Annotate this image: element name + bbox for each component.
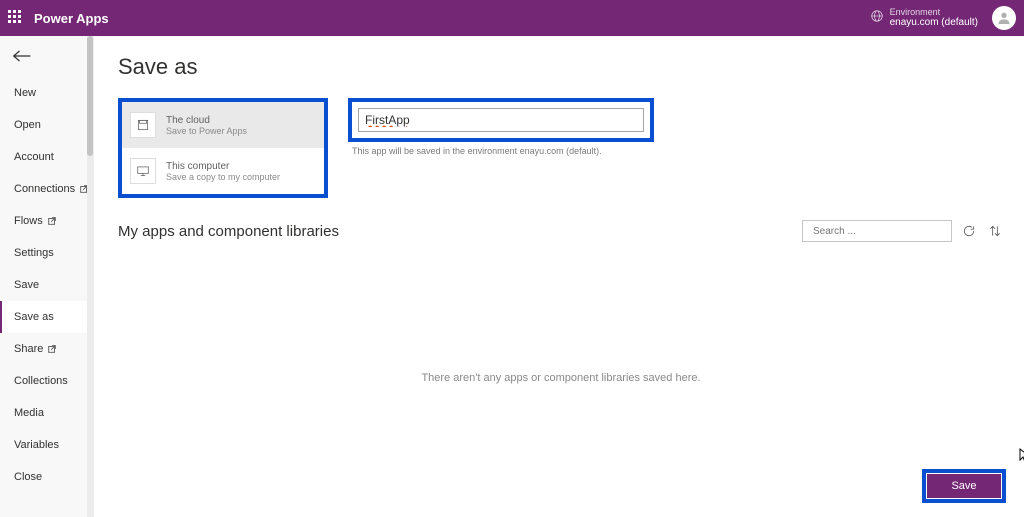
sort-button[interactable]	[986, 222, 1004, 240]
user-avatar[interactable]	[992, 6, 1016, 30]
top-bar: Power Apps Environment enayu.com (defaul…	[0, 0, 1024, 36]
libraries-tools	[802, 220, 1004, 242]
search-input[interactable]	[813, 226, 945, 237]
sidebar-item-share[interactable]: Share	[0, 333, 93, 365]
sidebar-item-label: Flows	[14, 215, 43, 227]
body: New Open Account Connections Flows Settings Sa…	[0, 36, 1024, 517]
cloud-save-icon	[130, 112, 156, 138]
sidebar-item-label: Media	[14, 407, 44, 419]
app-name-highlight	[348, 98, 654, 142]
computer-save-icon	[130, 158, 156, 184]
sidebar-item-label: Connections	[14, 183, 75, 195]
environment-switcher[interactable]: Environment enayu.com (default)	[870, 8, 978, 29]
sidebar-item-variables[interactable]: Variables	[0, 429, 93, 461]
save-button-highlight: Save	[922, 469, 1006, 503]
search-box[interactable]	[802, 220, 952, 242]
app-name-area: This app will be saved in the environmen…	[348, 98, 654, 156]
libraries-title: My apps and component libraries	[118, 223, 339, 240]
app-launcher-icon[interactable]	[8, 10, 24, 26]
sidebar-item-label: Close	[14, 471, 42, 483]
sidebar-item-label: Settings	[14, 247, 54, 259]
save-location-list: The cloudSave to Power Apps This computer…	[118, 98, 328, 198]
back-button[interactable]	[0, 44, 93, 77]
save-location-this-computer[interactable]: This computerSave a copy to my computer	[122, 148, 324, 194]
save-location-title: The cloud	[166, 115, 247, 126]
sidebar-item-label: Open	[14, 119, 41, 131]
sidebar-item-flows[interactable]: Flows	[0, 205, 93, 237]
save-button[interactable]: Save	[927, 474, 1001, 498]
sidebar-item-close[interactable]: Close	[0, 461, 93, 493]
sidebar-item-collections[interactable]: Collections	[0, 365, 93, 397]
page-title: Save as	[118, 54, 1004, 80]
top-bar-left: Power Apps	[8, 10, 109, 26]
sidebar-scrollbar[interactable]	[87, 36, 93, 517]
sidebar-item-connections[interactable]: Connections	[0, 173, 93, 205]
sidebar-item-save-as[interactable]: Save as	[0, 301, 93, 333]
app-title: Power Apps	[34, 11, 109, 26]
sidebar-item-account[interactable]: Account	[0, 141, 93, 173]
environment-value: enayu.com (default)	[890, 17, 978, 28]
sidebar-item-media[interactable]: Media	[0, 397, 93, 429]
save-location-subtitle: Save a copy to my computer	[166, 172, 280, 182]
save-environment-note: This app will be saved in the environmen…	[352, 146, 654, 156]
save-location-title: This computer	[166, 161, 280, 172]
sidebar-item-label: Account	[14, 151, 54, 163]
external-link-icon	[47, 216, 57, 226]
environment-icon	[870, 9, 884, 26]
sidebar-item-label: Variables	[14, 439, 59, 451]
libraries-empty-message: There aren't any apps or component libra…	[118, 372, 1004, 384]
top-bar-right: Environment enayu.com (default)	[870, 6, 1016, 30]
sidebar-scroll-thumb[interactable]	[87, 36, 93, 156]
environment-text: Environment enayu.com (default)	[890, 8, 978, 29]
sidebar-item-new[interactable]: New	[0, 77, 93, 109]
sidebar-item-label: Save as	[14, 311, 54, 323]
refresh-button[interactable]	[960, 222, 978, 240]
save-location-the-cloud[interactable]: The cloudSave to Power Apps	[122, 102, 324, 148]
app-name-input[interactable]	[358, 108, 644, 132]
save-location-text: The cloudSave to Power Apps	[166, 115, 247, 136]
libraries-header-row: My apps and component libraries	[118, 220, 1004, 242]
external-link-icon	[47, 344, 57, 354]
save-location-text: This computerSave a copy to my computer	[166, 161, 280, 182]
save-top-row: The cloudSave to Power Apps This computer…	[118, 98, 1004, 198]
sidebar-item-label: Collections	[14, 375, 68, 387]
sidebar-item-label: Share	[14, 343, 43, 355]
sidebar-item-label: Save	[14, 279, 39, 291]
sidebar-item-save[interactable]: Save	[0, 269, 93, 301]
environment-label: Environment	[890, 8, 978, 18]
save-location-subtitle: Save to Power Apps	[166, 126, 247, 136]
sidebar: New Open Account Connections Flows Settings Sa…	[0, 36, 94, 517]
mouse-cursor-icon	[1019, 448, 1024, 464]
sidebar-item-settings[interactable]: Settings	[0, 237, 93, 269]
main-panel: Save as The cloudSave to Power Apps This …	[94, 36, 1024, 517]
sidebar-item-open[interactable]: Open	[0, 109, 93, 141]
sidebar-item-label: New	[14, 87, 36, 99]
